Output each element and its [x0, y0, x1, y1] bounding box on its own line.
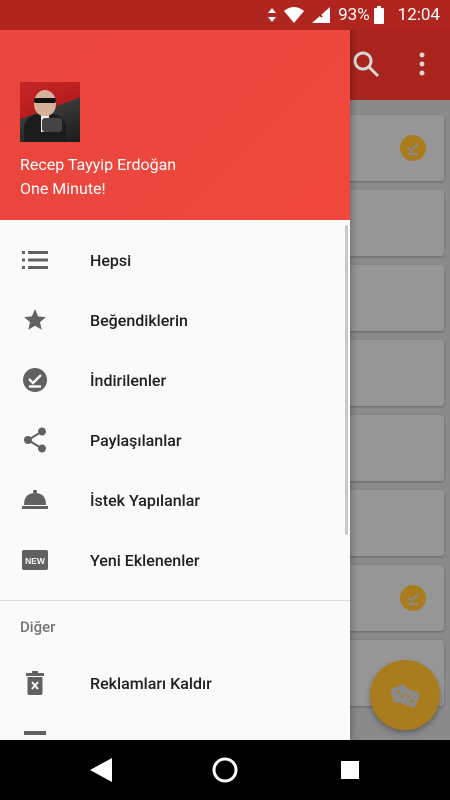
drawer-item-label: İstek Yapılanlar: [90, 490, 200, 510]
wifi-icon: [284, 7, 305, 23]
drawer-item-hepsi[interactable]: Hepsi: [0, 230, 350, 290]
drawer-item-partial[interactable]: [0, 713, 350, 740]
header-subtitle: One Minute!: [20, 179, 106, 198]
home-button[interactable]: [210, 755, 240, 785]
delete-icon: [22, 670, 48, 696]
svg-text:NEW: NEW: [25, 556, 46, 566]
drawer-header: Recep Tayyip Erdoğan One Minute!: [0, 30, 350, 220]
drawer-item-yeni-eklenenler[interactable]: NEW Yeni Eklenenler: [0, 530, 350, 590]
battery-icon: [373, 6, 384, 24]
battery-percent: 93%: [338, 5, 370, 25]
drawer-item-paylasilanlar[interactable]: Paylaşılanlar: [0, 410, 350, 470]
room-service-icon: [22, 487, 48, 513]
more-vert-icon[interactable]: [418, 50, 426, 82]
drawer-item-reklamlari-kaldir[interactable]: Reklamları Kaldır: [0, 653, 350, 713]
drawer-item-label: İndirilenler: [90, 370, 167, 390]
drawer-item-istek-yapilanlar[interactable]: İstek Yapılanlar: [0, 470, 350, 530]
drawer-item-label: Yeni Eklenenler: [90, 550, 200, 570]
random-dice-button[interactable]: [370, 660, 440, 730]
recents-button[interactable]: [335, 755, 365, 785]
navigation-drawer: Recep Tayyip Erdoğan One Minute! Hepsi B…: [0, 0, 350, 740]
list-icon: [22, 247, 48, 273]
new-badge-icon: NEW: [22, 547, 48, 573]
search-icon[interactable]: [352, 50, 380, 82]
drawer-item-begendiklerin[interactable]: Beğendiklerin: [0, 290, 350, 350]
drawer-item-label: Beğendiklerin: [90, 310, 188, 330]
downloaded-icon: [400, 585, 426, 611]
star-icon: [22, 307, 48, 333]
drawer-item-label: Hepsi: [90, 250, 132, 270]
drawer-item-label: Paylaşılanlar: [90, 430, 182, 450]
drawer-item-label: Reklamları Kaldır: [90, 673, 212, 693]
system-nav-bar: [0, 740, 450, 800]
header-title: Recep Tayyip Erdoğan: [20, 155, 177, 174]
downloaded-icon: [400, 135, 426, 161]
recents-icon: [341, 761, 359, 779]
back-button[interactable]: [86, 755, 116, 785]
avatar: [20, 82, 80, 142]
home-icon: [212, 757, 238, 783]
status-bar: 93% 12:04: [0, 0, 450, 30]
partial-icon: [22, 730, 48, 740]
share-icon: [22, 427, 48, 453]
download-done-icon: [22, 367, 48, 393]
data-arrows-icon: [268, 8, 277, 22]
back-icon: [90, 758, 112, 782]
drawer-menu: Hepsi Beğendiklerin İndirilenler Paylaşı…: [0, 230, 350, 740]
cellular-signal-icon: [312, 7, 331, 23]
clock: 12:04: [397, 5, 440, 25]
dice-icon: [390, 684, 420, 708]
drawer-item-indirilenler[interactable]: İndirilenler: [0, 350, 350, 410]
section-header-diger: Diğer: [20, 618, 56, 636]
